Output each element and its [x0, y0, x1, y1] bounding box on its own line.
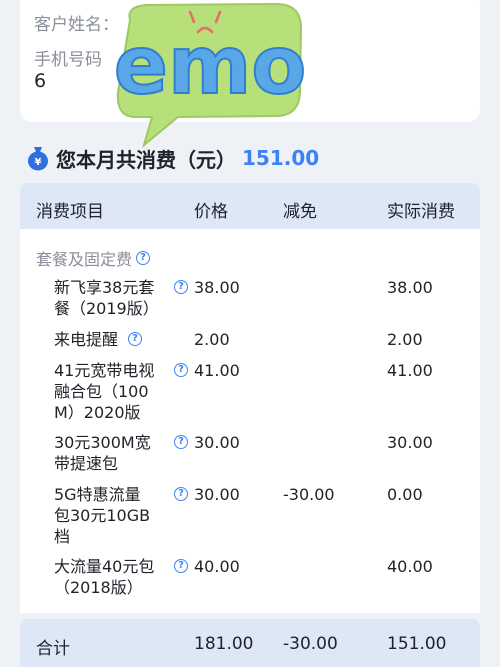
help-icon[interactable]: ? [174, 559, 188, 573]
item-actual: 38.00 [387, 278, 433, 297]
item-price: 40.00 [194, 557, 240, 576]
total-discount: -30.00 [283, 634, 338, 654]
group-title-text: 套餐及固定费 [36, 250, 133, 269]
item-name-line: 5G特惠流量 [54, 485, 141, 504]
help-icon[interactable]: ? [174, 280, 188, 294]
monthly-summary: ¥ 您本月共消费（元） 151.00 [26, 144, 319, 172]
item-name-line: 新飞享38元套 [54, 278, 155, 297]
summary-amount: 151.00 [242, 146, 320, 170]
item-name-line: 来电提醒 [54, 330, 119, 349]
item-name-line: 大流量40元包 [54, 557, 155, 576]
help-icon[interactable]: ? [174, 435, 188, 449]
item-name-line: 包30元10GB [54, 506, 151, 525]
item-price: 41.00 [194, 361, 240, 380]
item-name: 来电提醒 ? [54, 329, 142, 350]
item-price: 30.00 [194, 433, 240, 452]
charges-table: 套餐及固定费 ? 新飞享38元套 餐（2019版） ? 38.00 38.00 … [20, 229, 480, 613]
money-bag-icon: ¥ [28, 147, 48, 171]
item-name: 30元300M宽 带提速包 ? [54, 432, 188, 474]
item-name: 大流量40元包 （2018版） ? [54, 556, 188, 598]
header-actual: 实际消费 [387, 202, 455, 222]
header-discount: 减免 [283, 202, 317, 222]
item-price: 38.00 [194, 278, 240, 297]
item-name-line: 餐（2019版） [54, 299, 159, 318]
sticker-text: emo [114, 19, 307, 112]
header-item: 消费项目 [36, 202, 104, 222]
table-header: 消费项目 价格 减免 实际消费 [20, 183, 480, 229]
phone-value: 6 [34, 70, 47, 92]
item-actual: 41.00 [387, 361, 433, 380]
item-discount: -30.00 [283, 485, 335, 504]
header-price: 价格 [194, 202, 228, 222]
item-name: 新飞享38元套 餐（2019版） ? [54, 277, 188, 319]
summary-text: 您本月共消费（元） [56, 147, 236, 172]
total-price: 181.00 [194, 634, 254, 654]
item-actual: 30.00 [387, 433, 433, 452]
phone-label: 手机号码 [34, 50, 102, 70]
item-actual: 40.00 [387, 557, 433, 576]
item-name-line: （2018版） [54, 578, 143, 597]
help-icon[interactable]: ? [136, 251, 151, 265]
total-actual: 151.00 [387, 634, 447, 654]
item-price: 30.00 [194, 485, 240, 504]
item-actual: 0.00 [387, 485, 423, 504]
item-name-line: M）2020版 [54, 403, 141, 422]
item-actual: 2.00 [387, 330, 423, 349]
emo-sticker: emo [113, 2, 307, 148]
customer-name-label: 客户姓名： [34, 15, 119, 35]
help-icon[interactable]: ? [174, 363, 188, 377]
help-icon[interactable]: ? [128, 332, 142, 346]
item-name: 41元宽带电视 融合包（100 M）2020版 ? [54, 360, 188, 423]
help-icon[interactable]: ? [174, 487, 188, 501]
item-name-line: 档 [54, 527, 71, 546]
total-row: 合计 181.00 -30.00 151.00 [20, 619, 480, 667]
item-name-line: 融合包（100 [54, 382, 149, 401]
item-name-line: 41元宽带电视 [54, 361, 155, 380]
group-title: 套餐及固定费 ? [36, 246, 151, 270]
svg-text:¥: ¥ [35, 157, 42, 168]
item-name: 5G特惠流量 包30元10GB 档 ? [54, 484, 188, 547]
item-price: 2.00 [194, 330, 230, 349]
item-name-line: 30元300M宽 [54, 433, 151, 452]
item-name-line: 带提速包 [54, 454, 119, 473]
total-label: 合计 [36, 639, 70, 659]
